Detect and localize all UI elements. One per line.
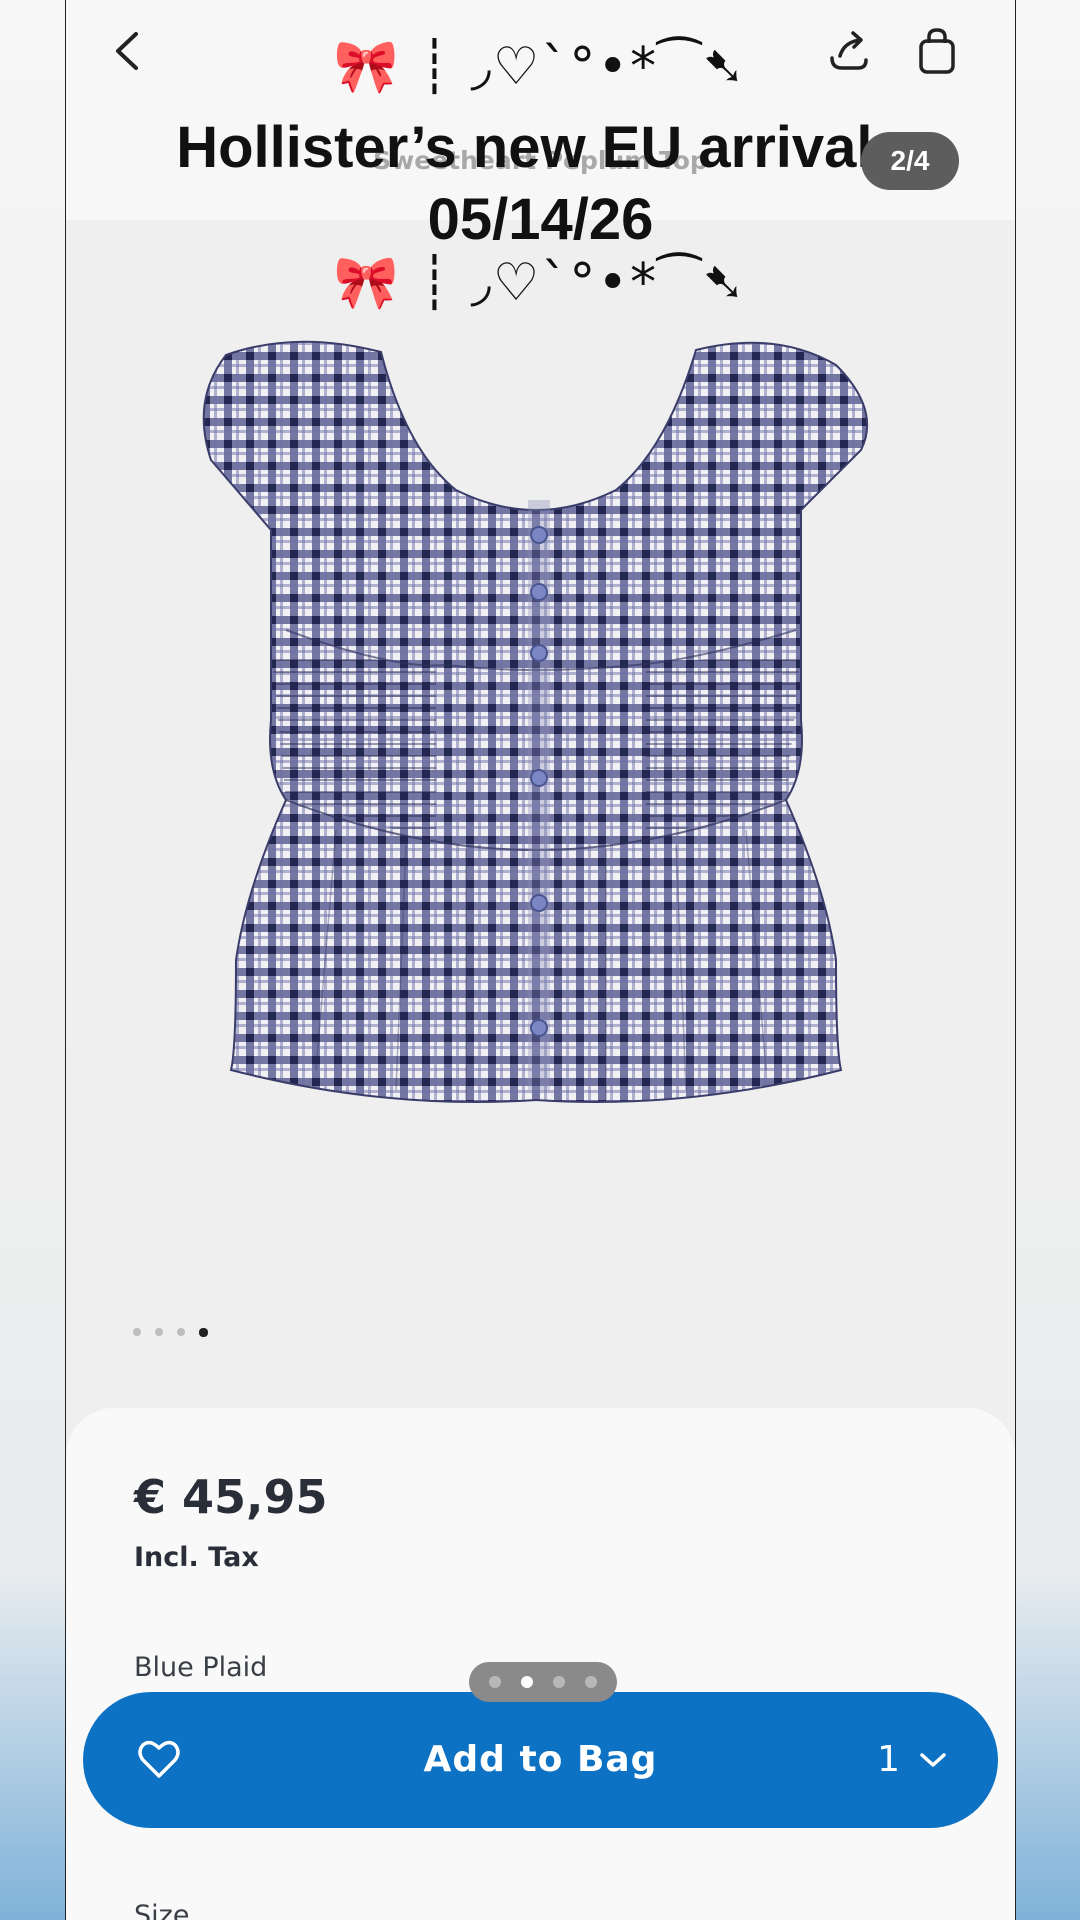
size-label: Size [134,1900,190,1920]
product-image[interactable] [136,330,936,1320]
decoration-bottom: 🎀 ┊ ◞♡`°•*⁀➷ [333,253,748,313]
add-to-bag-label: Add to Bag [423,1739,658,1780]
image-pager-dot[interactable] [155,1328,163,1336]
story-dot [553,1676,565,1688]
backdrop-right [1015,0,1080,1920]
chevron-down-icon [920,1753,946,1767]
image-pager [133,1328,208,1337]
story-dot-active [521,1676,533,1688]
backdrop-left [0,0,65,1920]
overlay-title-line2: 05/14/26 [427,187,654,252]
add-to-bag-button[interactable]: Add to Bag 1 [83,1692,998,1828]
slide-counter: 2/4 [861,132,959,190]
image-pager-dot[interactable] [133,1328,141,1336]
story-dot [489,1676,501,1688]
price: € 45,95 [134,1470,328,1524]
quantity-value: 1 [877,1739,900,1780]
tax-note: Incl. Tax [134,1542,259,1573]
color-name: Blue Plaid [134,1652,268,1683]
story-progress [469,1662,617,1702]
image-pager-dot-active[interactable] [199,1328,208,1337]
image-pager-dot[interactable] [177,1328,185,1336]
app-screen: Sweetheart Peplum Top 🎀 ┊ ◞♡`°•*⁀➷ Holli… [65,0,1016,1920]
quantity-selector[interactable]: 1 [877,1692,948,1828]
story-dot [585,1676,597,1688]
decoration-top: 🎀 ┊ ◞♡`°•*⁀➷ [333,37,748,97]
